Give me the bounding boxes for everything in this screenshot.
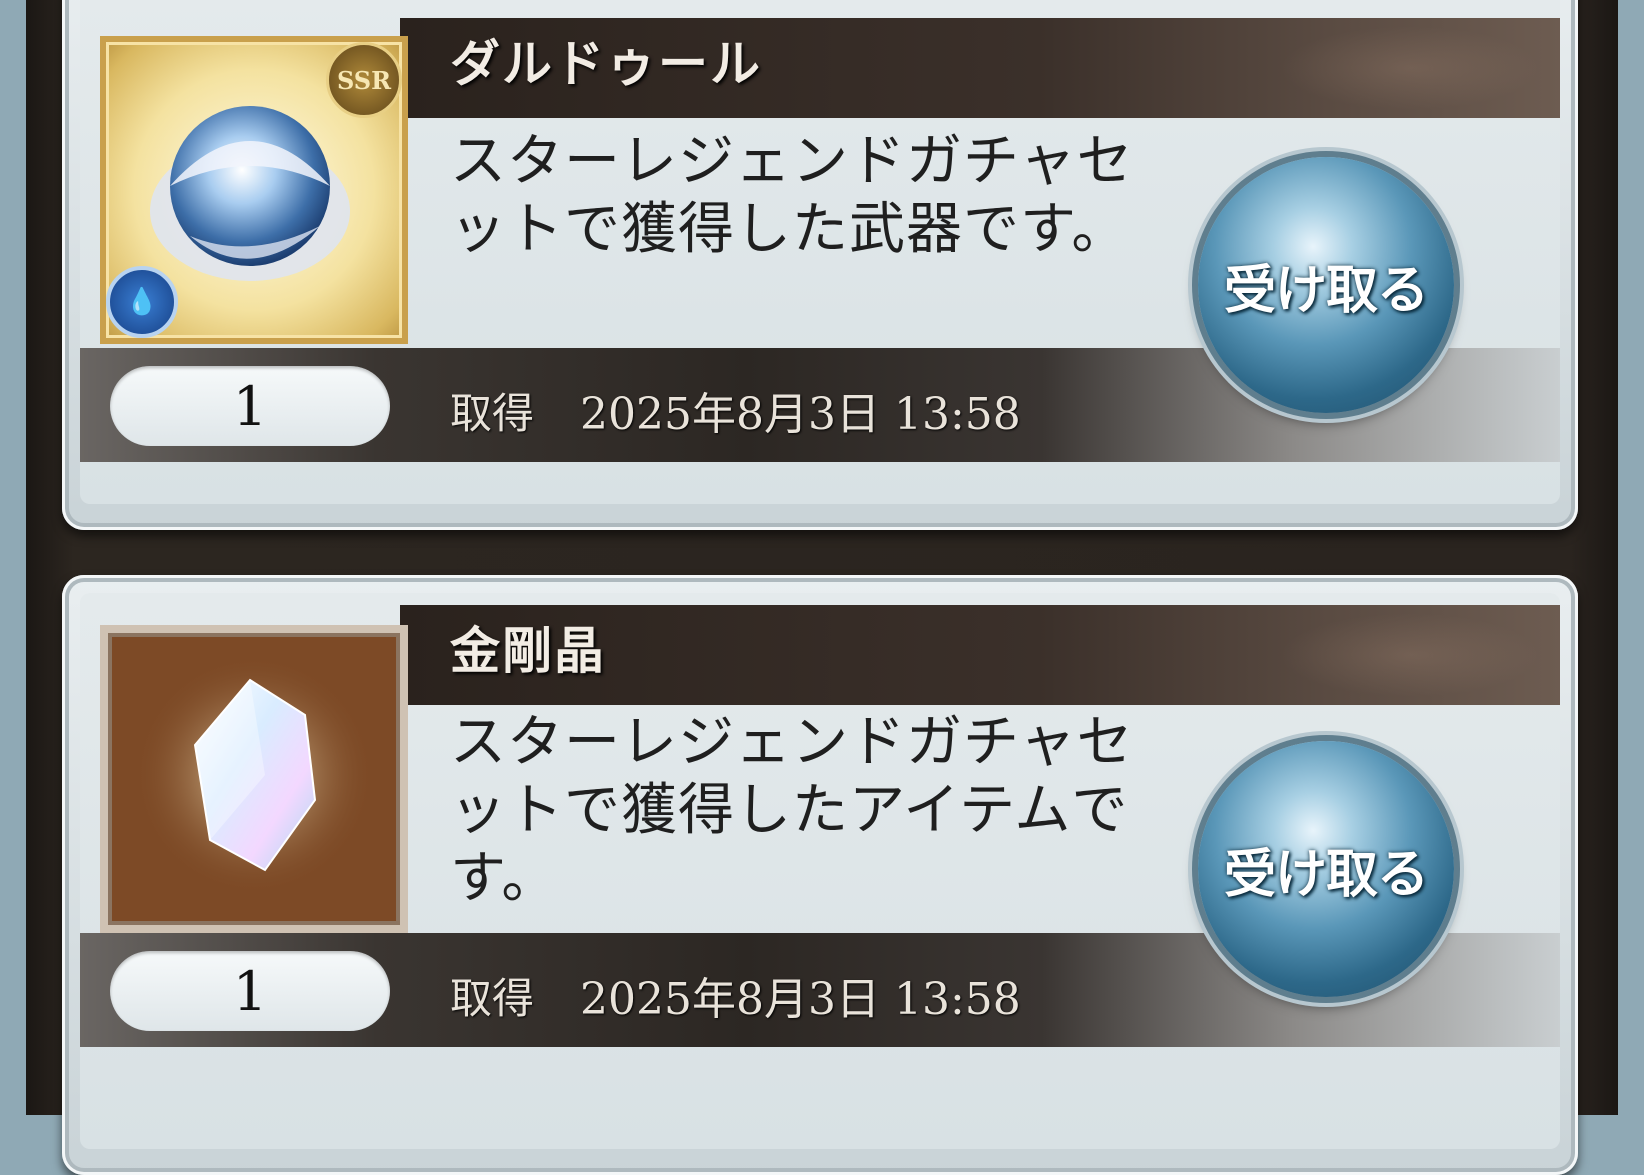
- item-thumbnail[interactable]: [100, 625, 408, 933]
- acquired-label: 取得: [450, 974, 535, 1023]
- quantity-pill: 1: [110, 366, 390, 446]
- receive-button[interactable]: 受け取る: [1198, 157, 1454, 413]
- item-description: スターレジェンドガチャセットで獲得した武器です。: [450, 129, 1134, 262]
- acquired-date: 2025年8月3日 13:58: [580, 389, 1021, 440]
- list-item: 金剛晶 スターレジェンドガチャセットで獲得したアイテムです。 1 取得 2025…: [62, 575, 1578, 1175]
- quantity-pill: 1: [110, 951, 390, 1031]
- acquired-date: 2025年8月3日 13:58: [580, 974, 1021, 1025]
- water-element-icon: 💧: [106, 266, 178, 338]
- list-item: ダルドゥール SSR 💧 スターレジェンドガチャセットで獲得した武器です。 1 …: [62, 0, 1578, 530]
- weapon-thumbnail[interactable]: SSR 💧: [100, 36, 408, 344]
- acquired-label: 取得: [450, 389, 535, 438]
- item-description: スターレジェンドガチャセットで獲得したアイテムです。: [450, 710, 1134, 911]
- item-name: 金剛晶: [450, 622, 606, 680]
- item-name: ダルドゥール: [450, 35, 762, 93]
- receive-button[interactable]: 受け取る: [1198, 741, 1454, 997]
- crystal-icon: [134, 655, 374, 895]
- rarity-badge: SSR: [326, 42, 402, 118]
